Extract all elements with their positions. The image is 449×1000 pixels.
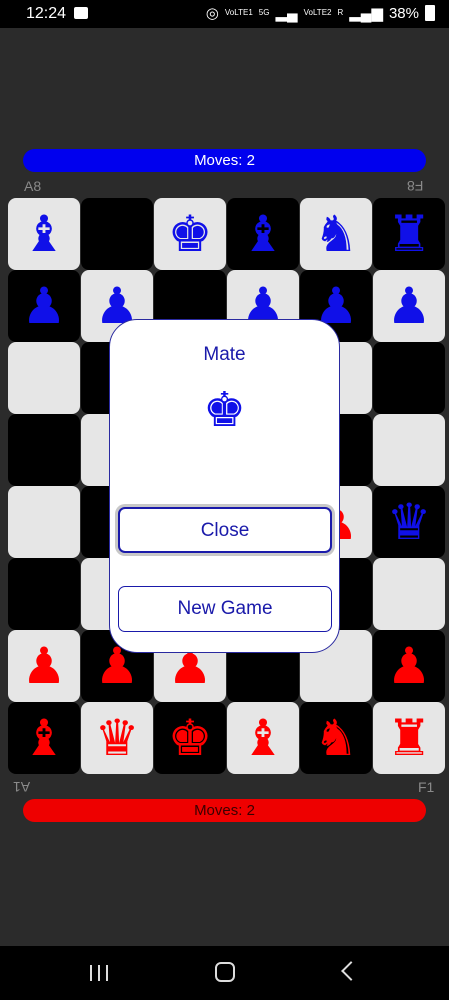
- network-label-3: VoLTE2: [303, 8, 332, 17]
- board-square[interactable]: ♟: [373, 270, 445, 342]
- chess-piece[interactable]: ♝: [8, 198, 80, 270]
- board-square[interactable]: ♚: [154, 702, 226, 774]
- board-square[interactable]: ♟: [8, 270, 80, 342]
- board-square[interactable]: ♞: [300, 198, 372, 270]
- signal-icon-1: ▂▄: [275, 5, 298, 22]
- board-square[interactable]: [373, 342, 445, 414]
- board-square[interactable]: [8, 342, 80, 414]
- signal-icon-2: ▂▄▆: [349, 5, 383, 22]
- recent-apps-icon[interactable]: [90, 965, 108, 981]
- status-bar: 12:24 ◎ VoLTE1 5G ▂▄ VoLTE2 R ▂▄▆ 38%: [0, 0, 449, 28]
- board-square[interactable]: ♝: [227, 702, 299, 774]
- king-icon: ♚: [202, 382, 247, 438]
- chess-piece[interactable]: ♟: [8, 270, 80, 342]
- board-square[interactable]: ♛: [373, 486, 445, 558]
- board-square[interactable]: ♞: [300, 702, 372, 774]
- top-moves-bar: Moves: 2: [23, 149, 426, 172]
- new-game-button[interactable]: New Game: [118, 586, 332, 632]
- gallery-icon: [74, 7, 88, 19]
- chess-piece[interactable]: ♟: [8, 630, 80, 702]
- board-square[interactable]: ♝: [8, 702, 80, 774]
- chess-piece[interactable]: ♝: [8, 702, 80, 774]
- board-square[interactable]: ♟: [373, 630, 445, 702]
- board-square[interactable]: ♚: [154, 198, 226, 270]
- close-button[interactable]: Close: [118, 507, 332, 553]
- battery-icon: [425, 5, 435, 21]
- board-square[interactable]: ♜: [373, 702, 445, 774]
- network-label-2: 5G: [258, 8, 270, 17]
- board-square[interactable]: [8, 414, 80, 486]
- board-square[interactable]: ♝: [8, 198, 80, 270]
- mate-dialog: Mate ♚ Close New Game: [109, 319, 340, 653]
- chess-piece[interactable]: ♜: [373, 702, 445, 774]
- chess-piece[interactable]: ♝: [227, 198, 299, 270]
- network-label-1: VoLTE1: [224, 8, 253, 17]
- board-square[interactable]: [8, 558, 80, 630]
- chess-piece[interactable]: ♟: [373, 270, 445, 342]
- coord-f1: F1: [418, 779, 435, 795]
- chess-piece[interactable]: ♚: [154, 702, 226, 774]
- board-square[interactable]: ♝: [227, 198, 299, 270]
- chess-piece[interactable]: ♟: [373, 630, 445, 702]
- board-square[interactable]: [373, 414, 445, 486]
- chess-piece[interactable]: ♝: [227, 702, 299, 774]
- board-square[interactable]: [8, 486, 80, 558]
- board-square[interactable]: ♟: [8, 630, 80, 702]
- battery-percent: 38%: [388, 4, 419, 22]
- chess-piece[interactable]: ♞: [300, 198, 372, 270]
- hotspot-icon: ◎: [205, 5, 219, 22]
- nav-bar: [0, 946, 449, 1000]
- board-square[interactable]: ♜: [373, 198, 445, 270]
- status-time: 12:24: [26, 5, 67, 22]
- coord-a1: A1: [13, 779, 31, 795]
- bottom-moves-bar: Moves: 2: [23, 799, 426, 822]
- coord-a8: A8: [24, 178, 42, 194]
- status-icons: ◎ VoLTE1 5G ▂▄ VoLTE2 R ▂▄▆ 38%: [206, 4, 435, 22]
- board-square[interactable]: ♛: [81, 702, 153, 774]
- board-square[interactable]: [373, 558, 445, 630]
- chess-piece[interactable]: ♚: [154, 198, 226, 270]
- board-square[interactable]: [81, 198, 153, 270]
- home-icon[interactable]: [215, 962, 235, 982]
- chess-piece[interactable]: ♜: [373, 198, 445, 270]
- chess-piece[interactable]: ♛: [81, 702, 153, 774]
- back-icon[interactable]: [341, 961, 361, 981]
- chess-piece[interactable]: ♞: [300, 702, 372, 774]
- coord-f8: F8: [407, 178, 424, 194]
- network-label-4: R: [337, 8, 344, 17]
- chess-piece[interactable]: ♛: [373, 486, 445, 558]
- dialog-title: Mate: [203, 344, 246, 365]
